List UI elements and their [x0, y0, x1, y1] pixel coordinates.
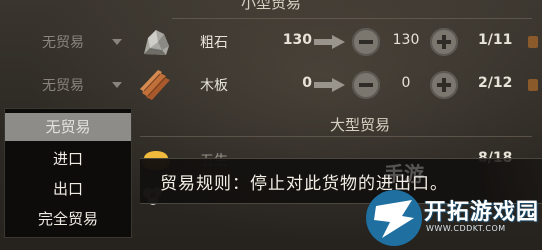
- section-header-large-trade: 大型贸易: [329, 116, 390, 134]
- trade-mode-dropdown: 无贸易 进口 出口 完全贸易: [4, 108, 132, 238]
- watermark: 开拓游戏园 WWW.CDDKT.COM: [362, 186, 542, 250]
- trade-mode-label[interactable]: 无贸易: [42, 75, 84, 95]
- dropdown-option-full-trade[interactable]: 完全贸易: [5, 205, 131, 233]
- trade-ratio: 1/11: [478, 32, 513, 48]
- current-amount: 130: [282, 32, 312, 48]
- dropdown-caret-icon[interactable]: [112, 39, 122, 45]
- increase-button[interactable]: [430, 28, 458, 56]
- wood-plank-icon: [140, 70, 170, 100]
- target-amount: 0: [401, 75, 411, 91]
- increase-button[interactable]: [430, 71, 458, 99]
- trade-row-planks: 无贸易 木板 0 0 2/12: [0, 65, 542, 105]
- watermark-url: WWW.CDDKT.COM: [426, 224, 506, 233]
- watermark-ghost-text: 手游: [384, 162, 424, 186]
- decrease-button[interactable]: [352, 71, 380, 99]
- watermark-title: 开拓游戏园: [424, 200, 540, 225]
- edge-item-icon: [528, 36, 538, 48]
- dropdown-option-import[interactable]: 进口: [5, 145, 131, 173]
- resource-name: 粗石: [200, 35, 228, 51]
- target-amount: 130: [392, 32, 420, 48]
- dropdown-option-export[interactable]: 出口: [5, 175, 131, 203]
- trade-ratio: 2/12: [478, 75, 513, 91]
- decrease-button[interactable]: [352, 28, 380, 56]
- minus-icon: [359, 40, 373, 44]
- section-header-small-trade: 小型贸易: [240, 0, 301, 12]
- trade-mode-label[interactable]: 无贸易: [42, 32, 84, 52]
- watermark-logo-icon: [366, 190, 422, 246]
- section-divider: [172, 18, 532, 19]
- edge-item-icon: [528, 79, 538, 91]
- arrow-right-icon: [314, 78, 345, 92]
- dropdown-caret-icon[interactable]: [112, 82, 122, 88]
- trade-row-stone: 无贸易 粗石 130 130 1/11: [0, 22, 542, 62]
- stone-icon: [144, 30, 169, 55]
- dropdown-option-no-trade[interactable]: 无贸易: [5, 113, 131, 141]
- current-amount: 0: [302, 75, 312, 91]
- minus-icon: [359, 83, 373, 87]
- resource-name: 木板: [200, 78, 228, 94]
- arrow-right-icon: [314, 35, 345, 49]
- section-divider: [140, 136, 532, 137]
